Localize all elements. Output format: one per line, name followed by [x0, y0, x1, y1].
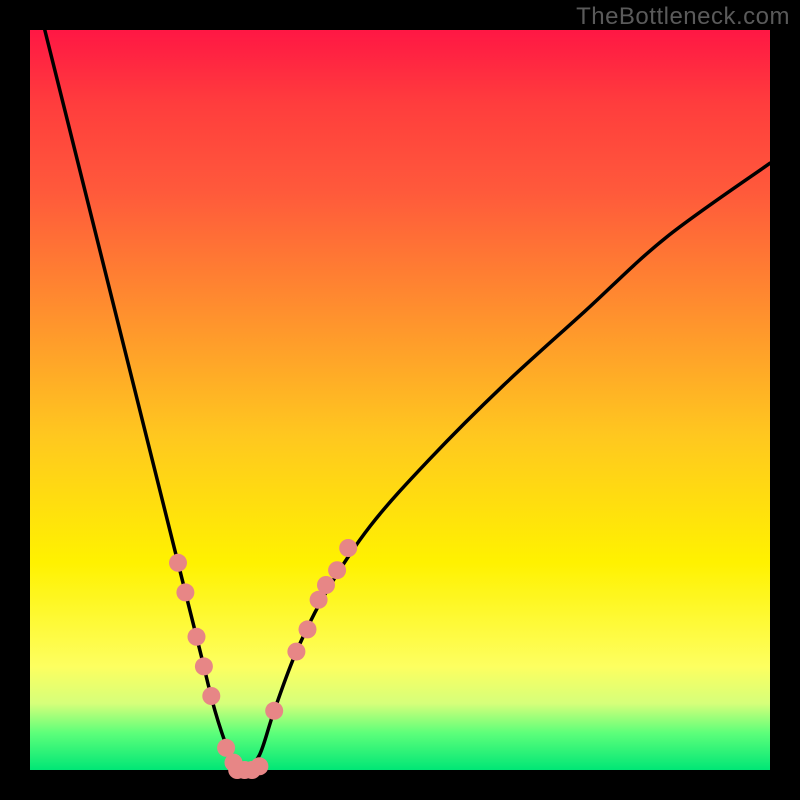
marker-dot	[317, 576, 335, 594]
marker-dot	[250, 757, 268, 775]
marker-dot	[265, 702, 283, 720]
marker-dot	[299, 620, 317, 638]
marker-dot	[195, 657, 213, 675]
marker-dot	[287, 643, 305, 661]
marker-dot	[188, 628, 206, 646]
bottleneck-curve	[45, 30, 770, 772]
marker-dot	[202, 687, 220, 705]
watermark-label: TheBottleneck.com	[576, 3, 790, 31]
marker-dot	[169, 554, 187, 572]
plot-area	[30, 30, 770, 770]
marker-dot	[328, 561, 346, 579]
chart-frame: TheBottleneck.com	[0, 0, 800, 800]
marker-dot	[176, 583, 194, 601]
curve-svg	[30, 30, 770, 770]
marker-dot	[339, 539, 357, 557]
